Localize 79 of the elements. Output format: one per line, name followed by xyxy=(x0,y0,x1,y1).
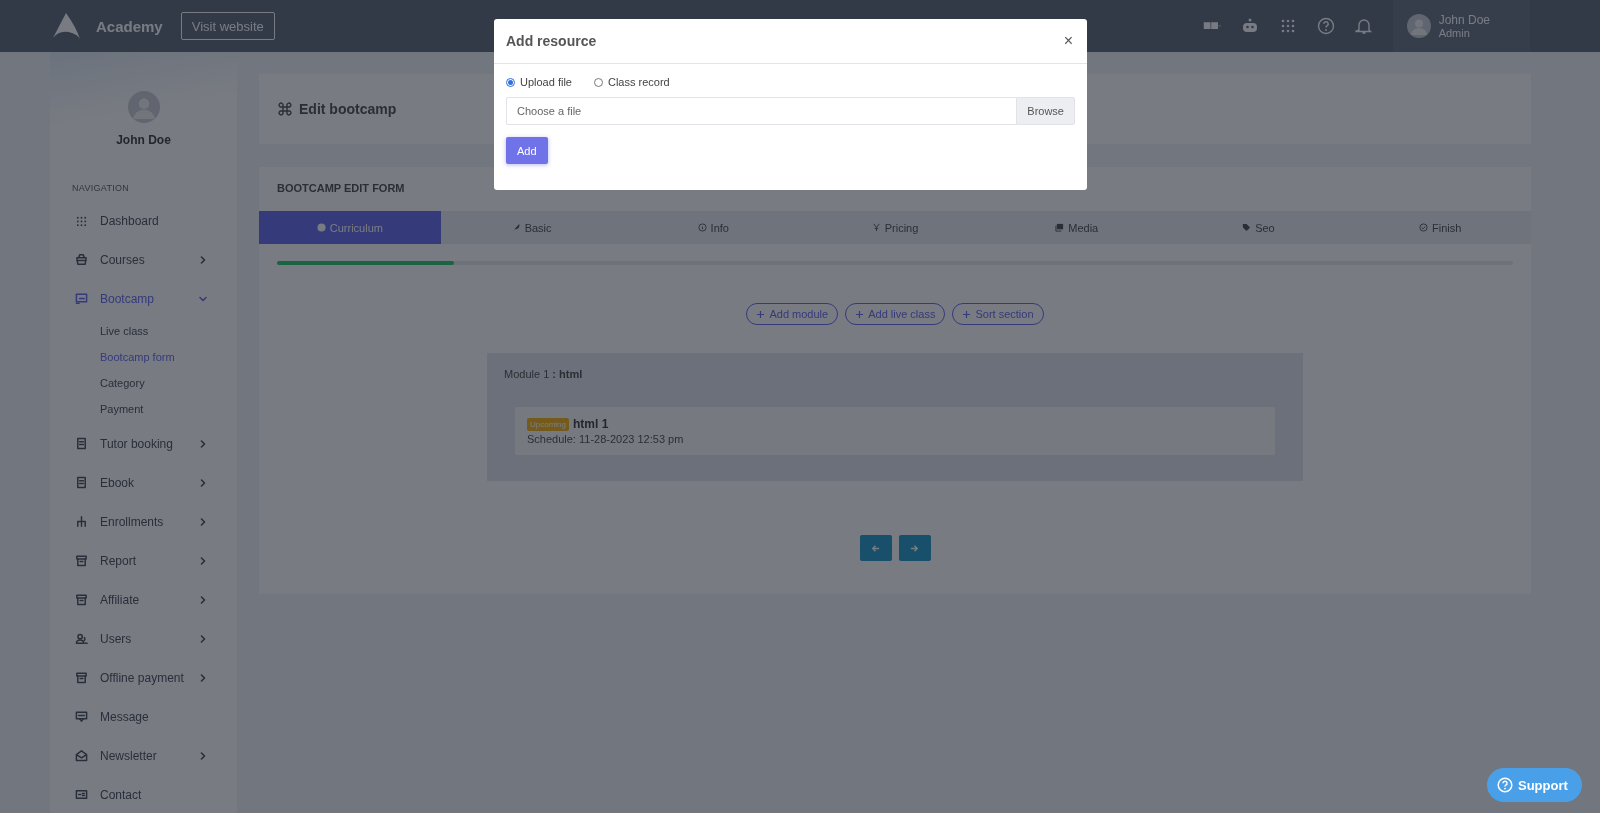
file-input-field[interactable]: Choose a file xyxy=(506,97,1017,125)
hierarchy-icon xyxy=(75,515,88,528)
id-card-icon xyxy=(75,788,88,801)
help-icon xyxy=(1497,777,1513,793)
sidebar-item[interactable]: Users xyxy=(50,619,237,658)
avatar-icon xyxy=(1406,14,1431,38)
previous-button[interactable] xyxy=(859,535,892,561)
sidebar-item[interactable]: Report xyxy=(50,541,237,580)
dashboard-grid-icon xyxy=(75,214,88,227)
visit-website-button[interactable]: Visit website xyxy=(180,12,275,40)
user-name: John Doe xyxy=(1438,13,1490,27)
sidebar-item[interactable]: Courses xyxy=(50,240,237,279)
plus-icon xyxy=(756,309,766,319)
radio-option[interactable]: Upload file xyxy=(506,76,572,88)
document-icon xyxy=(75,437,88,450)
arrow-left-icon xyxy=(871,543,880,553)
brand-name: Academy xyxy=(96,17,163,35)
profile-name: John Doe xyxy=(116,133,171,147)
form-tab[interactable]: Seo xyxy=(1167,211,1350,244)
plus-icon xyxy=(855,309,865,319)
modal-title: Add resource xyxy=(506,33,597,49)
class-schedule: Schedule: 11-28-2023 12:53 pm xyxy=(527,433,685,445)
form-title: BOOTCAMP EDIT FORM xyxy=(276,181,406,196)
form-tab[interactable]: Curriculum xyxy=(259,211,441,244)
form-tab[interactable]: Media xyxy=(985,211,1168,244)
robot-icon[interactable] xyxy=(1240,17,1259,35)
document-icon xyxy=(75,476,88,489)
radio-option[interactable]: Class record xyxy=(594,76,670,88)
sidebar-item[interactable]: Bootcamp xyxy=(50,279,237,318)
envelope-icon xyxy=(75,749,88,762)
sidebar-item[interactable]: Newsletter xyxy=(50,736,237,775)
form-tab[interactable]: Finish xyxy=(1349,211,1532,244)
media-icon xyxy=(1055,223,1065,232)
message-icon xyxy=(75,710,88,723)
section-label: NAVIGATION xyxy=(72,183,131,193)
plus-icon xyxy=(962,309,972,319)
check-circle-icon xyxy=(1419,223,1428,232)
class-card[interactable]: Upcoming html 1 Schedule: 11-28-2023 12:53 pm xyxy=(515,407,1275,455)
presentation-icon xyxy=(75,292,88,305)
add-button[interactable]: Add xyxy=(506,137,548,164)
sidebar-subitem[interactable]: Bootcamp form xyxy=(100,344,237,370)
page-title: Edit bootcamp xyxy=(299,101,397,117)
user-role: Admin xyxy=(1438,26,1471,39)
sidebar-item[interactable]: Tutor booking xyxy=(50,424,237,463)
user-menu[interactable]: John Doe Admin xyxy=(1392,0,1530,52)
form-tab[interactable]: Pricing xyxy=(804,211,986,244)
users-icon xyxy=(75,632,88,645)
browse-button[interactable]: Browse xyxy=(1016,97,1075,125)
command-icon xyxy=(277,101,293,117)
arrow-right-icon xyxy=(910,543,919,553)
help-icon[interactable] xyxy=(1316,17,1335,35)
archive-icon xyxy=(75,554,88,567)
sidebar-item[interactable]: Contact xyxy=(50,775,237,813)
support-button[interactable]: Support xyxy=(1487,768,1582,802)
sidebar-item[interactable]: Offline payment xyxy=(50,658,237,697)
form-tab[interactable]: Basic xyxy=(440,211,623,244)
close-button[interactable]: × xyxy=(1063,32,1073,50)
form-tab[interactable]: Info xyxy=(622,211,805,244)
basket-icon xyxy=(75,253,88,266)
sidebar-item[interactable]: Dashboard xyxy=(50,201,237,240)
sidebar-subitem[interactable]: Category xyxy=(100,370,237,396)
notification-bell-icon[interactable] xyxy=(1354,17,1373,35)
archive-icon xyxy=(75,593,88,606)
status-badge: Upcoming xyxy=(527,417,569,431)
next-button[interactable] xyxy=(898,535,931,561)
sidebar-item[interactable]: Ebook xyxy=(50,463,237,502)
sidebar-item[interactable]: Affiliate xyxy=(50,580,237,619)
archive-icon xyxy=(75,671,88,684)
avatar-icon xyxy=(127,91,160,123)
sidebar-subitem[interactable]: Live class xyxy=(100,318,237,344)
user-circle-icon xyxy=(316,223,326,232)
tag-icon xyxy=(1242,223,1252,232)
info-icon xyxy=(697,223,707,232)
yen-icon xyxy=(871,223,881,232)
class-title: html 1 xyxy=(573,417,609,431)
sidebar-item[interactable]: Enrollments xyxy=(50,502,237,541)
sidebar-item[interactable]: Message xyxy=(50,697,237,736)
sidebar-subitem[interactable]: Payment xyxy=(100,396,237,422)
module-title: Module 1 : html xyxy=(504,368,584,380)
